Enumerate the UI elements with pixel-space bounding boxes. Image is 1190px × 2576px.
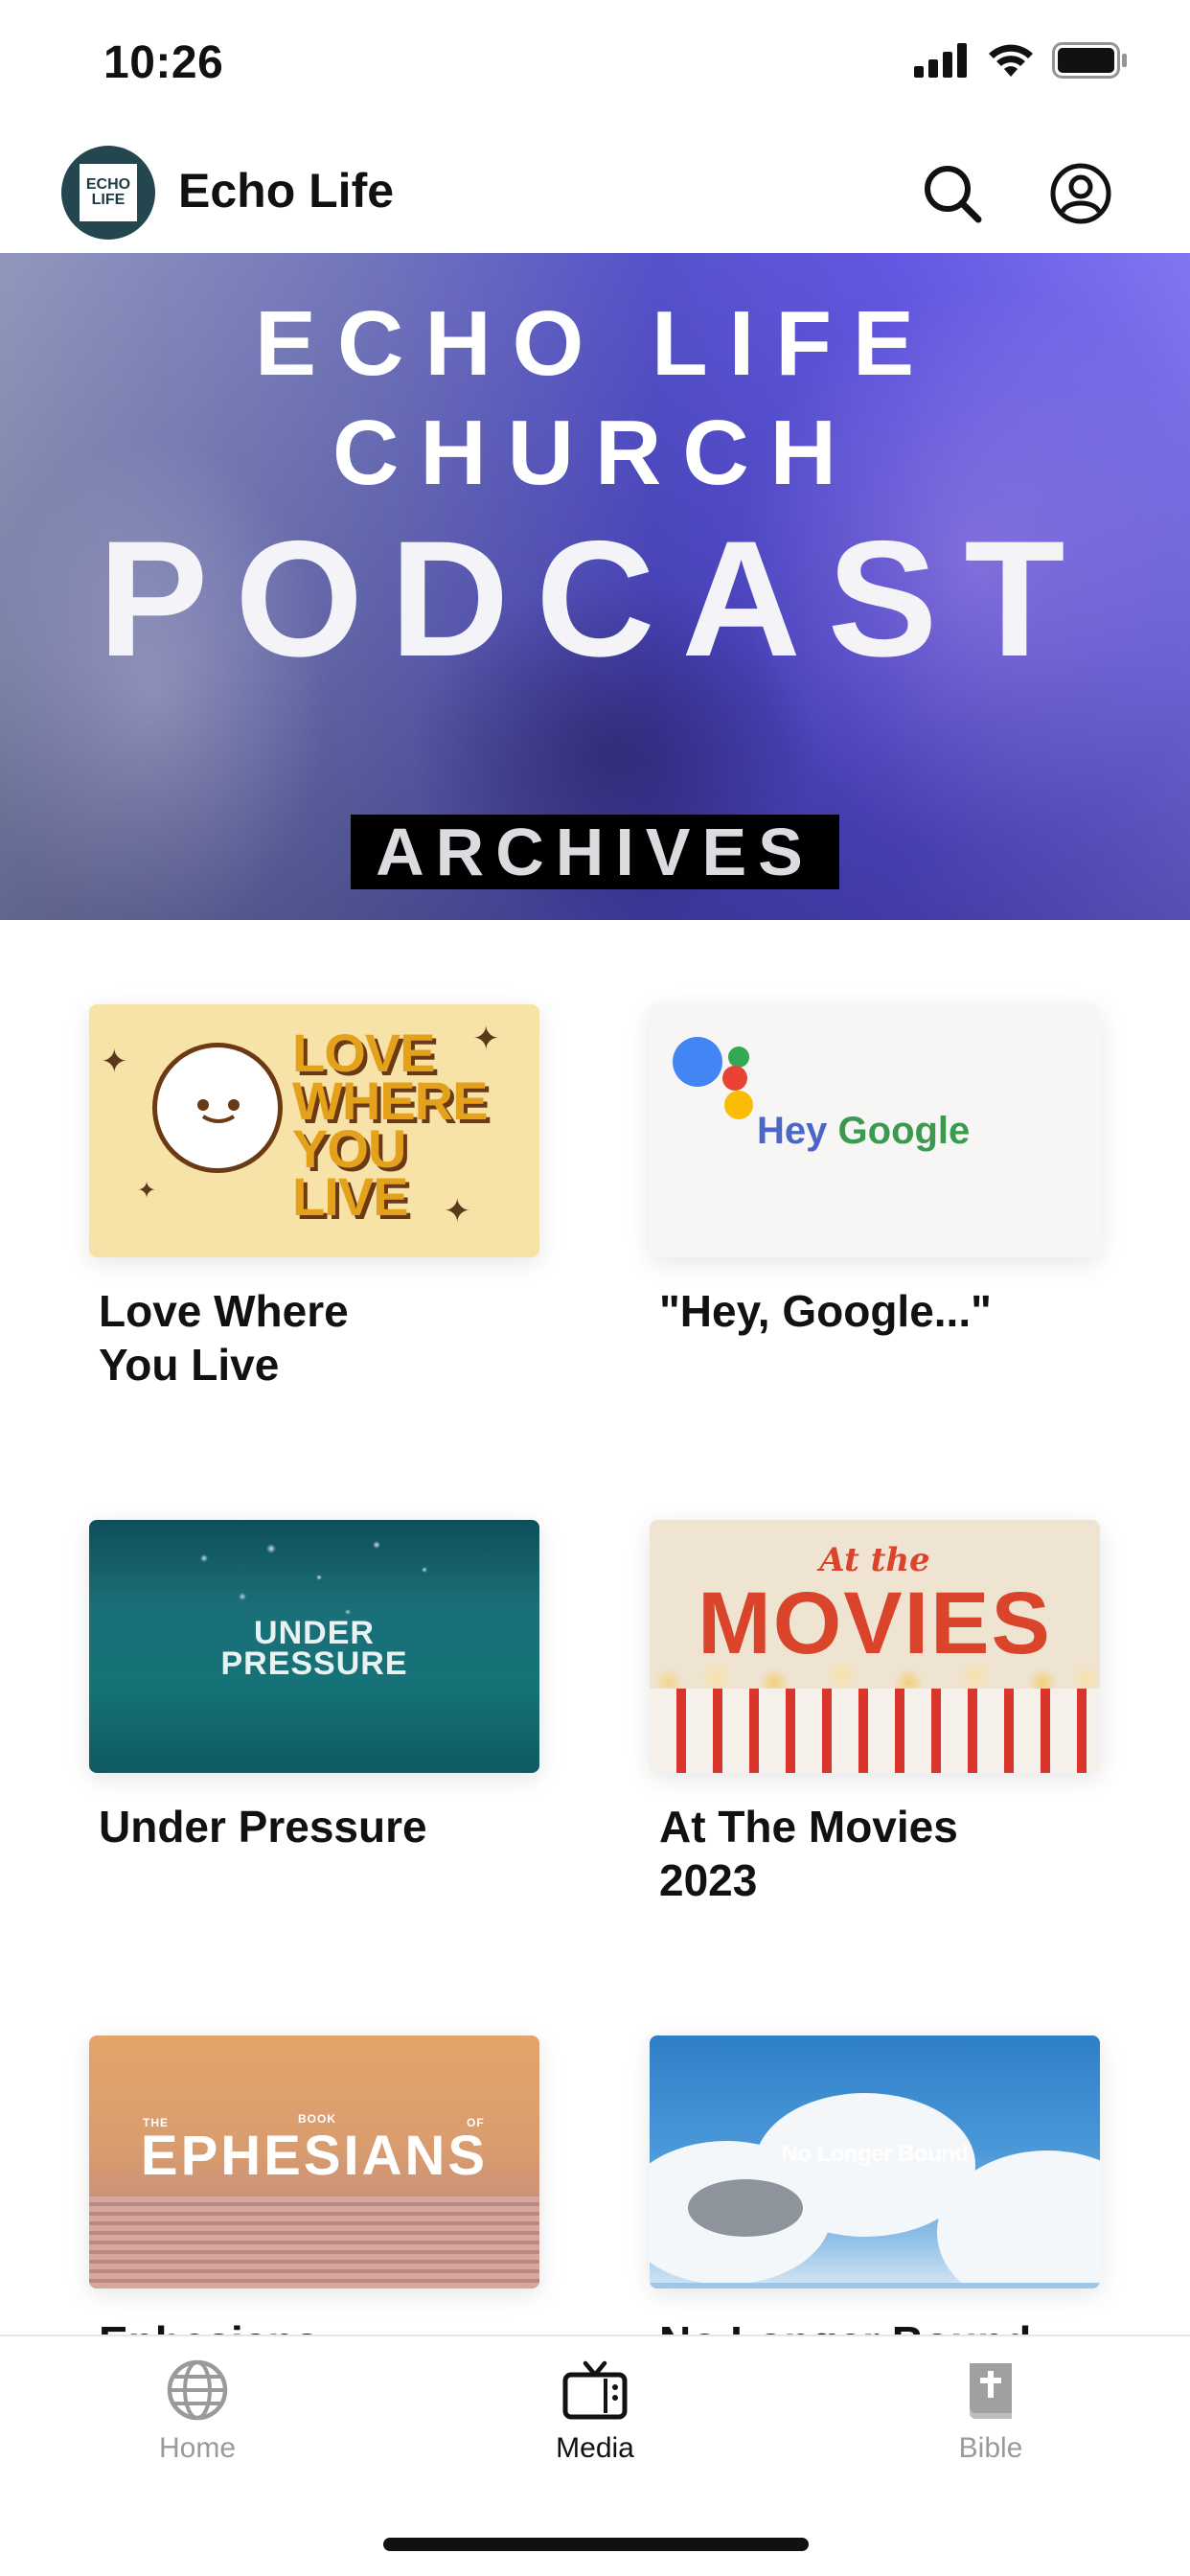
tab-label: Bible: [958, 2432, 1023, 2464]
thumb-title: No Longer Bound: [781, 2141, 969, 2167]
tab-media[interactable]: Media: [490, 2356, 700, 2465]
hero-archives-badge: ARCHIVES: [351, 815, 839, 889]
thumb-title: MOVIES: [698, 1575, 1052, 1672]
series-title: Love Where You Live: [89, 1284, 539, 1392]
series-thumbnail[interactable]: LOVE WHERE YOU LIVE ✦ ✦ ✦ ✦: [89, 1004, 539, 1257]
mascot-face: [197, 1099, 240, 1123]
series-thumbnail[interactable]: UNDER PRESSURE: [89, 1520, 539, 1773]
series-card-ephesians[interactable]: THE BOOK OF EPHESIANS Ephesians: [89, 2036, 539, 2369]
series-card-at-the-movies[interactable]: At the MOVIES At The Movies 2023: [650, 1520, 1100, 1907]
app-logo[interactable]: ECHO LIFE: [61, 146, 155, 240]
hero-title-line1: ECHO LIFE: [254, 292, 935, 395]
series-card-under-pressure[interactable]: UNDER PRESSURE Under Pressure: [89, 1520, 539, 1853]
series-title: "Hey, Google...": [650, 1284, 1100, 1338]
series-title: At The Movies 2023: [650, 1800, 1100, 1907]
amphitheater-decoration: [89, 2196, 539, 2288]
sparkle-icon: ✦: [472, 1021, 500, 1057]
app-title: Echo Life: [178, 164, 395, 218]
thumb-hey: Hey: [757, 1110, 828, 1152]
wifi-icon: [989, 44, 1033, 77]
series-card-hey-google[interactable]: Hey Google "Hey, Google...": [650, 1004, 1100, 1338]
sparkle-icon: ✦: [137, 1178, 157, 1204]
thumb-title: Hey Google: [757, 1110, 970, 1153]
sparkle-icon: ✦: [101, 1044, 128, 1080]
assistant-dot-yellow: [724, 1091, 753, 1119]
podcast-hero-banner[interactable]: ECHO LIFE CHURCH PODCAST ARCHIVES: [0, 253, 1190, 920]
logo-text-line2: LIFE: [91, 192, 126, 208]
globe-icon: [167, 2359, 228, 2421]
thumb-line: PRESSURE: [220, 1645, 408, 1682]
status-icons: [914, 42, 1129, 79]
series-title: Under Pressure: [89, 1800, 539, 1853]
series-title-line: You Live: [99, 1340, 280, 1390]
logo-text-line1: ECHO: [85, 176, 131, 193]
tv-icon: [562, 2360, 628, 2420]
series-title-line: Under Pressure: [99, 1802, 427, 1852]
account-icon: [1050, 163, 1111, 224]
status-time: 10:26: [103, 37, 224, 88]
tab-label: Home: [158, 2432, 237, 2464]
sparkle-icon: ✦: [444, 1193, 471, 1230]
thumb-line: UNDER: [254, 1615, 375, 1651]
status-bar: 10:26: [0, 0, 1190, 125]
thumb-title: UNDER PRESSURE: [89, 1615, 539, 1682]
search-icon: [925, 166, 982, 223]
assistant-dot-red: [722, 1066, 747, 1091]
hero-title-line2: CHURCH: [332, 402, 858, 504]
series-thumbnail[interactable]: THE BOOK OF EPHESIANS: [89, 2036, 539, 2288]
series-title-line: At The Movies: [659, 1802, 958, 1852]
account-button[interactable]: [1044, 157, 1117, 230]
popcorn-box-stripes: [650, 1689, 1100, 1773]
search-button[interactable]: [916, 157, 989, 230]
series-title-line: "Hey, Google...": [659, 1286, 992, 1336]
assistant-dot-green: [728, 1046, 749, 1068]
cellular-signal-icon: [914, 43, 967, 78]
cloud-shadow-decoration: [688, 2179, 803, 2237]
series-card-no-longer-bound[interactable]: No Longer Bound No Longer Bound: [650, 2036, 1100, 2369]
series-thumbnail[interactable]: At the MOVIES: [650, 1520, 1100, 1773]
thumb-progress-bar: [650, 2283, 1100, 2288]
assistant-dot-blue: [673, 1037, 722, 1087]
thumb-title: EPHESIANS: [140, 2125, 489, 2187]
tab-home[interactable]: Home: [92, 2356, 303, 2465]
tab-bible[interactable]: Bible: [885, 2356, 1096, 2465]
globe-mascot-icon: [152, 1043, 283, 1173]
app-header: ECHO LIFE Echo Life: [0, 134, 1190, 253]
thumb-google: Google: [837, 1110, 971, 1152]
home-indicator[interactable]: [383, 2538, 809, 2551]
series-card-love-where-you-live[interactable]: LOVE WHERE YOU LIVE ✦ ✦ ✦ ✦ Love Where Y…: [89, 1004, 539, 1392]
bible-icon: [970, 2363, 1012, 2419]
series-title-line: 2023: [659, 1855, 758, 1905]
series-title-line: Love Where: [99, 1286, 349, 1336]
series-thumbnail[interactable]: Hey Google: [650, 1004, 1100, 1257]
hero-title-line3: PODCAST: [98, 507, 1092, 691]
app-logo-mark: ECHO LIFE: [80, 164, 137, 221]
battery-icon: [1052, 42, 1127, 79]
series-thumbnail[interactable]: No Longer Bound: [650, 2036, 1100, 2288]
tab-label: Media: [556, 2432, 634, 2464]
